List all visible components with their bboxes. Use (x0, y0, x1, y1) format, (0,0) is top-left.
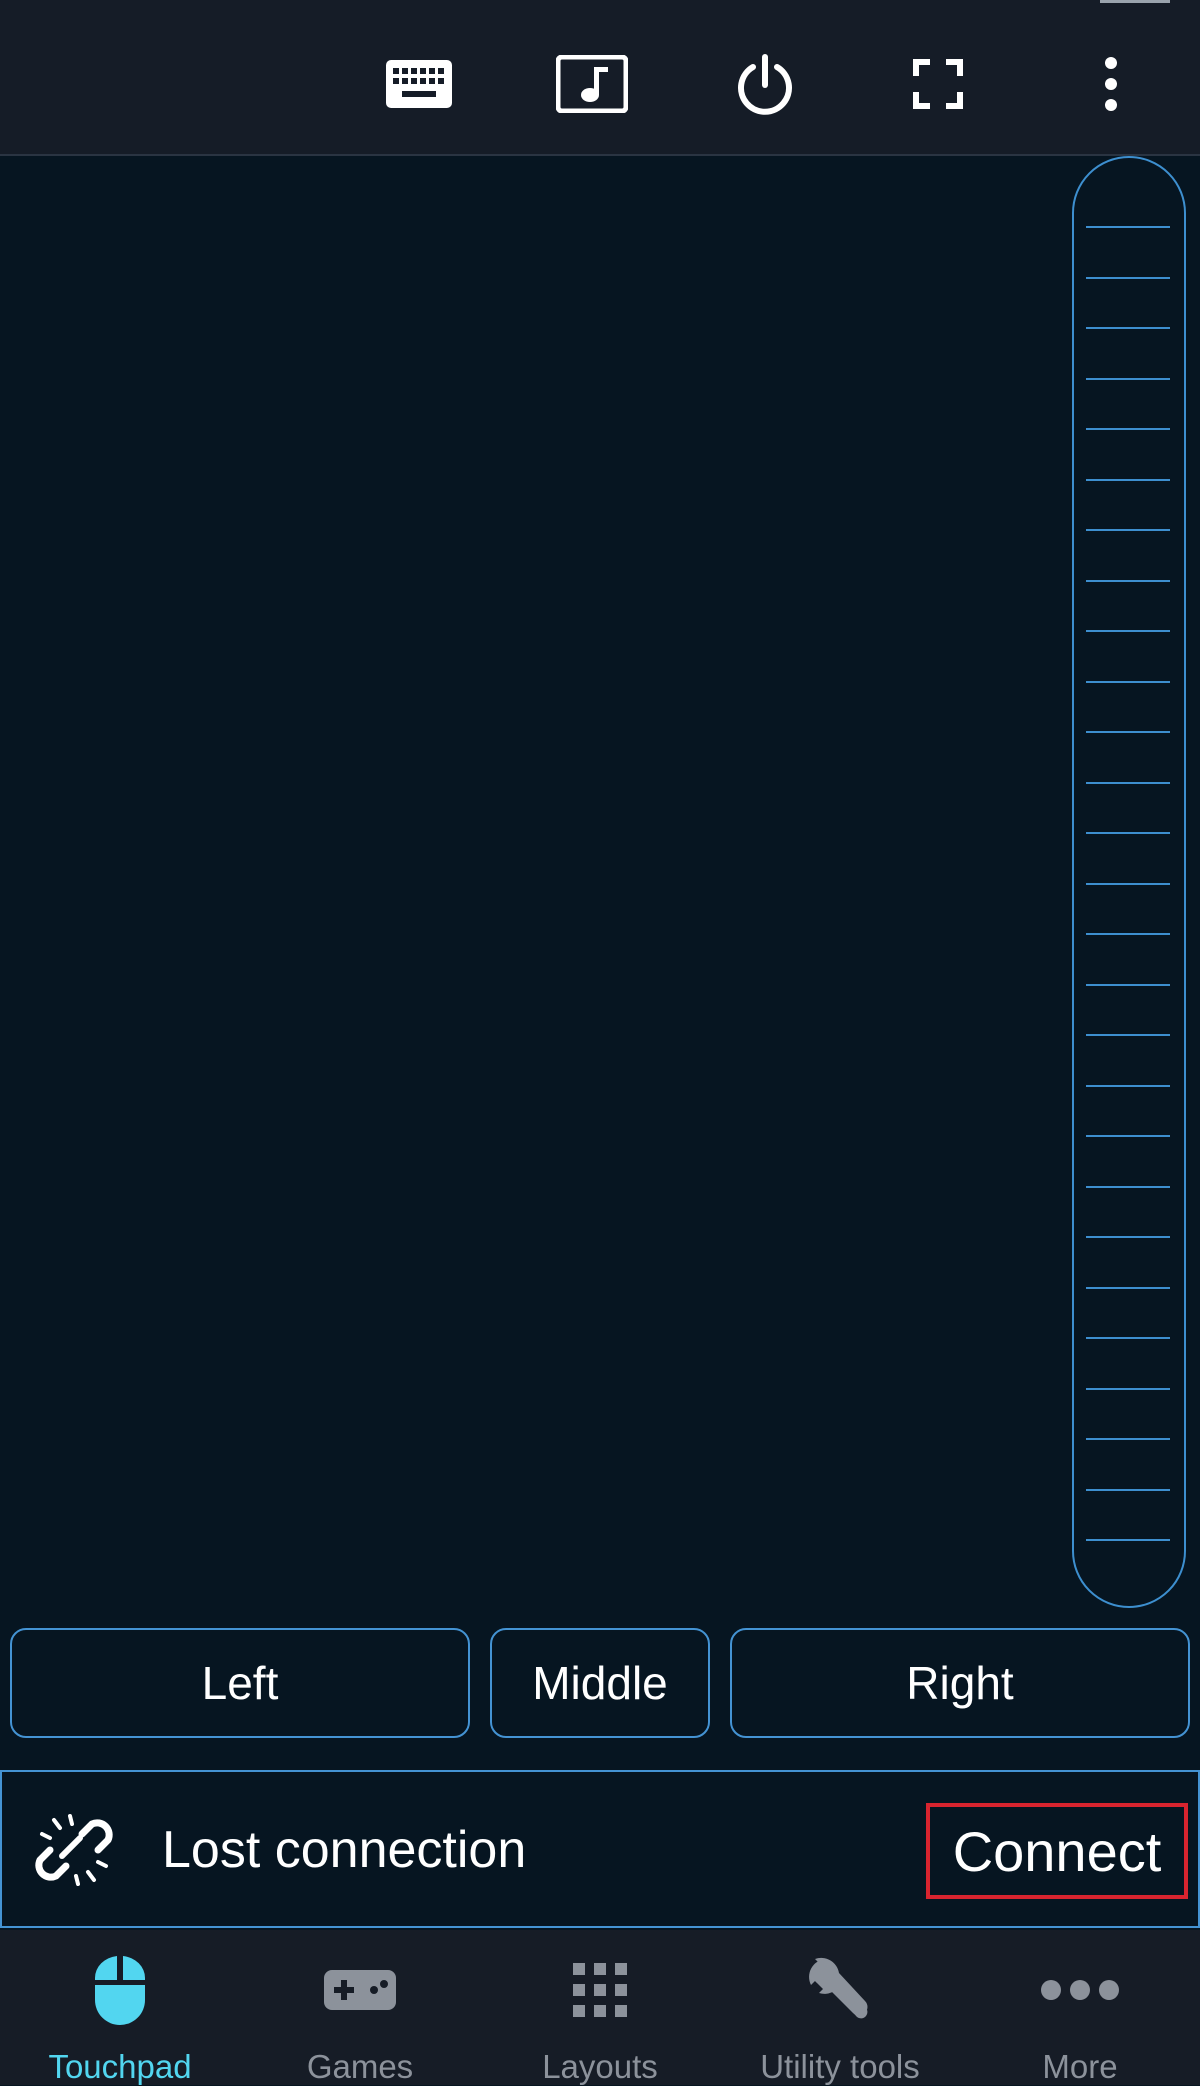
nav-item-utility-tools[interactable]: Utility tools (720, 1930, 960, 2085)
power-button[interactable] (725, 44, 805, 124)
scroll-strip[interactable] (1072, 156, 1186, 1608)
mouse-icon (94, 1956, 146, 2025)
nav-item-more[interactable]: More (960, 1930, 1200, 2085)
scroll-tick (1086, 832, 1170, 834)
fullscreen-icon (913, 59, 963, 109)
right-click-button[interactable]: Right (730, 1628, 1190, 1738)
scroll-tick (1086, 1286, 1170, 1289)
scroll-tick (1086, 276, 1170, 279)
scroll-tick (1086, 680, 1170, 683)
scroll-tick (1086, 428, 1170, 430)
scroll-tick (1086, 1438, 1170, 1440)
scroll-tick (1086, 933, 1170, 935)
scroll-tick (1086, 1387, 1170, 1390)
music-note-icon (556, 55, 628, 113)
nav-label: Utility tools (760, 2048, 920, 2085)
power-icon (738, 54, 792, 115)
scroll-tick (1086, 731, 1170, 733)
bottom-navigation: Touchpad Games Layouts Utility tools Mor… (0, 1930, 1200, 2085)
scroll-tick (1086, 781, 1170, 784)
fullscreen-button[interactable] (898, 44, 978, 124)
scroll-tick (1086, 882, 1170, 885)
scroll-tick (1086, 529, 1170, 531)
scroll-tick (1086, 983, 1170, 986)
keyboard-button[interactable] (379, 44, 459, 124)
scroll-tick (1086, 1135, 1170, 1137)
scroll-tick (1086, 630, 1170, 632)
keyboard-icon (386, 60, 452, 108)
scroll-tick (1086, 1236, 1170, 1238)
nav-label: Layouts (542, 2048, 658, 2085)
nav-label: Games (306, 2048, 414, 2085)
connection-status-bar: Lost connection Connect (0, 1770, 1200, 1928)
nav-item-games[interactable]: Games (240, 1930, 480, 2085)
scroll-tick (1086, 1034, 1170, 1036)
scroll-tick (1086, 478, 1170, 481)
scroll-tick (1086, 327, 1170, 329)
connection-status-text: Lost connection (162, 1821, 527, 1879)
left-click-button[interactable]: Left (10, 1628, 470, 1738)
scroll-tick (1086, 226, 1170, 228)
grid-icon (573, 1963, 627, 2017)
touchpad-area[interactable] (0, 156, 1200, 1614)
nav-label: Touchpad (48, 2048, 192, 2085)
top-toolbar (0, 0, 1200, 156)
nav-label: More (1042, 2048, 1118, 2085)
nav-item-touchpad[interactable]: Touchpad (0, 1930, 240, 2085)
scroll-tick (1086, 1084, 1170, 1087)
connect-button[interactable]: Connect (926, 1803, 1188, 1899)
gamepad-icon (324, 1970, 396, 2010)
overflow-menu-button[interactable] (1071, 44, 1151, 124)
nav-item-layouts[interactable]: Layouts (480, 1930, 720, 2085)
scroll-tick (1086, 1185, 1170, 1188)
media-button[interactable] (552, 44, 632, 124)
scroll-tick (1086, 579, 1170, 582)
scroll-tick (1086, 1337, 1170, 1339)
scroll-tick (1086, 377, 1170, 380)
middle-click-button[interactable]: Middle (490, 1628, 710, 1738)
scroll-tick (1086, 1539, 1170, 1541)
status-edge (1100, 0, 1170, 3)
wrench-icon (809, 1957, 868, 2019)
more-vert-icon (1105, 57, 1117, 111)
scroll-tick (1086, 1488, 1170, 1491)
broken-link-icon (35, 1814, 113, 1886)
more-horiz-icon (1041, 1980, 1119, 2000)
